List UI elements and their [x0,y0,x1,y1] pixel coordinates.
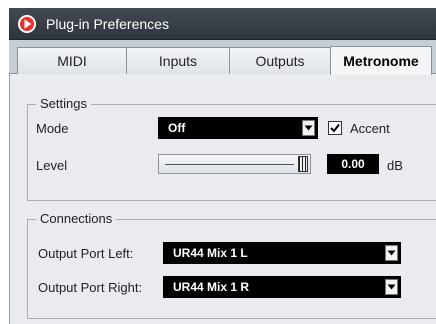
connections-legend: Connections [36,211,117,226]
metronome-panel: Settings Mode Off Accent Level 0.00 dB C… [9,74,436,324]
mode-dropdown[interactable]: Off [158,117,318,139]
settings-legend: Settings [36,96,91,111]
output-port-right-label: Output Port Right: [38,280,143,295]
window-title: Plug-in Preferences [46,15,169,32]
tab-midi[interactable]: MIDI [17,47,127,74]
accent-label: Accent [350,121,390,136]
chevron-down-icon[interactable] [385,279,398,295]
tab-outputs[interactable]: Outputs [229,47,331,74]
level-value-field[interactable]: 0.00 [327,154,379,174]
tab-strip: MIDI Inputs Outputs Metronome [9,40,436,75]
output-port-right-value: UR44 Mix 1 R [173,280,250,294]
output-port-left-dropdown[interactable]: UR44 Mix 1 L [163,242,401,264]
output-port-right-dropdown[interactable]: UR44 Mix 1 R [163,276,401,298]
level-unit: dB [387,158,403,173]
title-bar: Plug-in Preferences [9,8,436,40]
tab-inputs[interactable]: Inputs [126,47,230,74]
plugin-preferences-window: Plug-in Preferences MIDI Inputs Outputs … [0,0,436,324]
slider-thumb[interactable] [298,156,308,172]
tab-metronome[interactable]: Metronome [330,46,432,75]
chevron-down-icon[interactable] [385,245,398,261]
slider-track-line [165,164,294,165]
app-logo-icon [16,13,38,35]
mode-label: Mode [36,121,69,136]
output-port-left-label: Output Port Left: [38,246,134,261]
accent-checkbox[interactable] [328,121,342,135]
output-port-left-value: UR44 Mix 1 L [173,246,248,260]
chevron-down-icon[interactable] [302,120,315,136]
connections-group: Connections [27,211,436,319]
level-label: Level [36,158,68,173]
level-slider[interactable] [158,154,311,174]
mode-value: Off [168,121,186,135]
